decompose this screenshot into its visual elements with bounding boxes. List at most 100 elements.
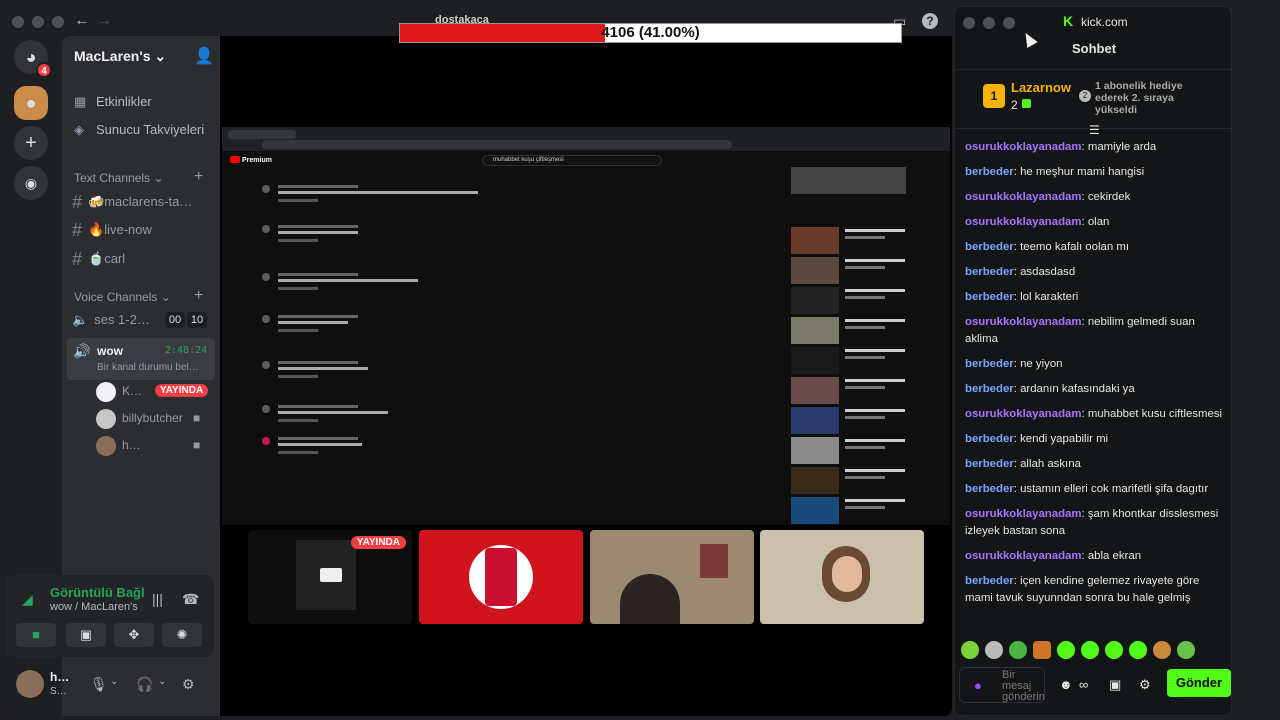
participant-tile[interactable]: [419, 530, 583, 624]
minimize-window-button[interactable]: [983, 17, 995, 29]
emote-icon[interactable]: [961, 641, 979, 659]
voice-location[interactable]: wow / MacLaren's: [50, 601, 138, 613]
category-voice-channels[interactable]: Voice Channels ⌄: [74, 290, 171, 304]
voice-channel-ses[interactable]: 🔈 ses 1-2… 00 10: [72, 312, 212, 330]
avatar: [96, 409, 116, 429]
chat-username[interactable]: berbeder: [965, 241, 1014, 253]
zoom-window-button[interactable]: [1003, 17, 1015, 29]
chat-message: berbeder: he meşhur mami hangisi: [965, 164, 1223, 181]
voice-channel-wow[interactable]: 🔊 wow 2:48:24 Bir kanal durumu bel…: [67, 338, 215, 380]
chat-username[interactable]: osurukkoklayanadam: [965, 408, 1082, 420]
chat-text: kendi yapabilir mi: [1020, 433, 1109, 445]
participant-tile[interactable]: [760, 530, 924, 624]
infinity-icon[interactable]: ∞: [1079, 677, 1088, 692]
gift-icon[interactable]: ▣: [1109, 677, 1121, 693]
create-voice-channel-icon[interactable]: +: [194, 287, 203, 305]
chat-username[interactable]: osurukkoklayanadam: [965, 550, 1082, 562]
chat-username[interactable]: berbeder: [965, 358, 1014, 370]
chat-username[interactable]: osurukkoklayanadam: [965, 508, 1082, 520]
server-icon-maclarens[interactable]: ●: [14, 86, 48, 120]
avatar[interactable]: [16, 670, 44, 698]
stream-stage[interactable]: Premium muhabbet kuşu çiftleşmesi YAYIND…: [220, 36, 952, 716]
channel-maclarens-talk[interactable]: # 🍻maclarens-ta…: [72, 192, 192, 213]
close-window-button[interactable]: [963, 17, 975, 29]
emote-icon[interactable]: [1009, 641, 1027, 659]
send-button[interactable]: Gönder: [1167, 669, 1231, 697]
participant-tiles: YAYINDA: [248, 530, 928, 624]
chat-username[interactable]: berbeder: [965, 166, 1014, 178]
chat-username[interactable]: osurukkoklayanadam: [965, 316, 1082, 328]
user-status: S…: [50, 686, 67, 697]
explore-servers-button[interactable]: ◉: [14, 166, 48, 200]
emote-icon[interactable]: [1057, 641, 1075, 659]
comment: [254, 315, 774, 345]
voice-user-k[interactable]: K… YAYINDA: [96, 382, 216, 402]
chat-username[interactable]: berbeder: [965, 383, 1014, 395]
emote-picker-icon[interactable]: ☻: [1059, 677, 1073, 692]
chat-text: cekirdek: [1087, 191, 1131, 203]
headphones-icon[interactable]: 🎧: [136, 676, 153, 693]
sidebar-item-boosts[interactable]: ◈ Sunucu Takviyeleri: [74, 122, 204, 138]
emote-icon[interactable]: [1129, 641, 1147, 659]
emote-icon[interactable]: [1105, 641, 1123, 659]
person-face: [832, 556, 862, 592]
avatar: [96, 382, 116, 402]
server-name-header[interactable]: MacLaren's ⌄: [74, 48, 166, 65]
chat-username[interactable]: berbeder: [965, 266, 1014, 278]
emote-bar: [961, 641, 1227, 661]
forward-arrow-icon[interactable]: →: [96, 12, 112, 30]
related-video: [791, 227, 911, 255]
chevron-down-icon[interactable]: ⌄: [110, 676, 118, 687]
voice-user-h[interactable]: h… ■: [96, 436, 236, 456]
settings-gear-icon[interactable]: ⚙: [1139, 677, 1151, 693]
related-video: [791, 287, 911, 315]
add-server-button[interactable]: +: [14, 126, 48, 160]
chat-username[interactable]: berbeder: [965, 291, 1014, 303]
stream-tile[interactable]: YAYINDA: [248, 530, 412, 624]
voice-user-billybutcher[interactable]: billybutcher ■: [96, 409, 236, 429]
soundboard-button[interactable]: ✺: [162, 623, 202, 647]
microphone-icon[interactable]: ●: [974, 678, 982, 693]
channel-carl[interactable]: # 🍵carl: [72, 249, 125, 270]
minimize-window-button[interactable]: [32, 16, 44, 28]
chat-username[interactable]: berbeder: [965, 575, 1014, 587]
chat-username[interactable]: osurukkoklayanadam: [965, 191, 1082, 203]
screen-share-button[interactable]: ▣: [66, 623, 106, 647]
channel-live-now[interactable]: # 🔥live-now: [72, 220, 152, 241]
help-icon[interactable]: ?: [922, 13, 938, 29]
create-text-channel-icon[interactable]: +: [194, 168, 203, 186]
sidebar-item-events[interactable]: ▦ Etkinlikler: [74, 94, 152, 110]
zoom-window-button[interactable]: [52, 16, 64, 28]
microphone-icon[interactable]: 🎙: [90, 676, 108, 693]
gifter-name[interactable]: Lazarnow: [1011, 80, 1071, 95]
emote-icon[interactable]: [1033, 641, 1051, 659]
emote-icon[interactable]: [1153, 641, 1171, 659]
activities-button[interactable]: ✥: [114, 623, 154, 647]
emote-icon[interactable]: [1177, 641, 1195, 659]
sidebar-item-label: Sunucu Takviyeleri: [96, 122, 205, 137]
chat-username[interactable]: osurukkoklayanadam: [965, 216, 1082, 228]
back-arrow-icon[interactable]: ←: [74, 12, 90, 30]
close-window-button[interactable]: [12, 16, 24, 28]
related-video: [791, 467, 911, 495]
chat-input[interactable]: ● Bir mesaj gönderin: [959, 667, 1045, 703]
voice-user-limit: 10: [187, 312, 207, 328]
disconnect-icon[interactable]: ☎: [182, 591, 199, 608]
chat-username[interactable]: berbeder: [965, 433, 1014, 445]
collapse-icon[interactable]: ☰: [1089, 123, 1100, 137]
browser-url-bar: [262, 140, 732, 149]
channel-status[interactable]: Bir kanal durumu bel…: [97, 362, 199, 373]
category-text-channels[interactable]: Text Channels ⌄: [74, 171, 163, 185]
chat-username[interactable]: berbeder: [965, 483, 1014, 495]
emote-icon[interactable]: [1081, 641, 1099, 659]
discord-home-button[interactable]: ◕ 4: [14, 40, 52, 78]
emote-icon[interactable]: [985, 641, 1003, 659]
chat-username[interactable]: osurukkoklayanadam: [965, 141, 1082, 153]
invite-people-icon[interactable]: 👤: [194, 46, 214, 66]
camera-button[interactable]: ■: [16, 623, 56, 647]
participant-tile[interactable]: [590, 530, 754, 624]
noise-suppression-icon[interactable]: |||: [152, 591, 163, 607]
settings-gear-icon[interactable]: ⚙: [182, 676, 195, 693]
chat-username[interactable]: berbeder: [965, 458, 1014, 470]
chevron-down-icon[interactable]: ⌄: [158, 676, 166, 687]
